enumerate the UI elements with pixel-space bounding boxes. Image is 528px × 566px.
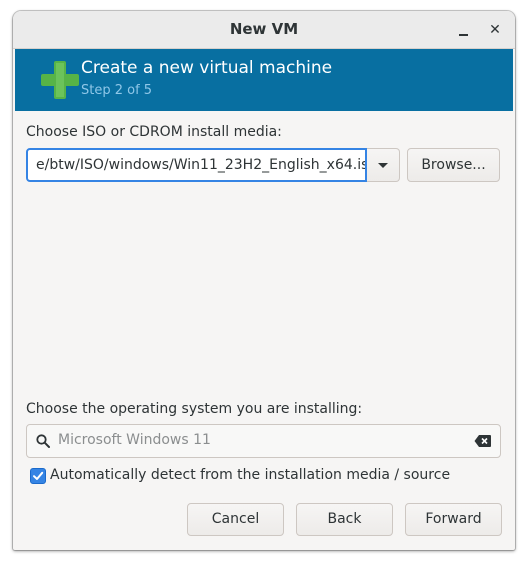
minimize-button[interactable] <box>451 18 475 42</box>
minimize-icon <box>458 34 468 36</box>
install-media-dropdown-button[interactable] <box>367 148 400 182</box>
close-button[interactable]: ✕ <box>483 18 507 42</box>
forward-button[interactable]: Forward <box>405 503 502 536</box>
checkmark-icon <box>33 471 44 480</box>
titlebar[interactable]: New VM ✕ <box>13 11 515 49</box>
close-icon: ✕ <box>489 22 501 38</box>
clear-icon[interactable] <box>474 434 492 448</box>
wizard-step: Step 2 of 5 <box>81 83 153 98</box>
os-label: Choose the operating system you are inst… <box>26 401 363 417</box>
auto-detect-checkbox[interactable] <box>30 468 46 484</box>
os-search-placeholder: Microsoft Windows 11 <box>58 432 211 448</box>
install-media-path-input[interactable]: e/btw/ISO/windows/Win11_23H2_English_x64… <box>26 148 367 182</box>
plus-icon <box>41 61 79 99</box>
new-vm-window: New VM ✕ Create a new virtual machine St… <box>13 11 515 550</box>
wizard-title: Create a new virtual machine <box>81 58 333 78</box>
install-media-label: Choose ISO or CDROM install media: <box>26 124 282 140</box>
search-icon <box>36 434 50 448</box>
chevron-down-icon <box>378 163 388 168</box>
back-button[interactable]: Back <box>296 503 393 536</box>
browse-button[interactable]: Browse... <box>407 148 500 182</box>
auto-detect-label[interactable]: Automatically detect from the installati… <box>50 467 450 483</box>
wizard-header: Create a new virtual machine Step 2 of 5 <box>15 49 513 111</box>
os-search-input[interactable]: Microsoft Windows 11 <box>26 424 501 458</box>
window-title: New VM <box>229 20 299 38</box>
cancel-button[interactable]: Cancel <box>187 503 284 536</box>
